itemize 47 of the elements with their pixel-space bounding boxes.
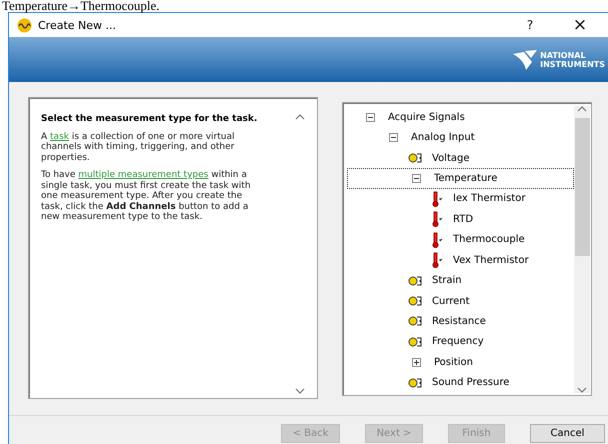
tree-item[interactable]: Current <box>347 290 574 312</box>
tree-item[interactable]: Position <box>347 352 574 372</box>
tree-item[interactable]: Resistance <box>347 311 574 332</box>
help-link[interactable]: multiple measurement types <box>78 170 208 180</box>
collapse-icon[interactable] <box>412 174 421 183</box>
help-paragraph: To have multiple measurement types within a single task, you must first create the task with one measurement type. After you create the task, click the Add Channels button to add a new measurement type to the task. <box>41 170 252 222</box>
thermometer-icon <box>431 232 445 248</box>
caption-text: Temperature→Thermocouple. <box>1 0 160 12</box>
scroll-up-icon[interactable] <box>577 106 587 112</box>
thermometer-icon <box>431 252 445 268</box>
close-button[interactable]: × <box>565 14 595 36</box>
help-link[interactable]: task <box>50 132 69 142</box>
sensor-icon <box>408 314 424 328</box>
logo-text: NATIONAL <box>540 50 587 60</box>
logo-text: INSTRUMENTS <box>540 60 605 68</box>
tree-item[interactable]: Analog Input <box>347 127 574 148</box>
app-icon <box>17 18 32 32</box>
thermometer-icon <box>431 190 445 207</box>
collapse-icon[interactable] <box>389 133 398 142</box>
tree-item[interactable]: Iex Thermistor <box>347 188 574 210</box>
tree-item[interactable]: Vex Thermistor <box>347 250 574 270</box>
sensor-icon <box>408 334 424 349</box>
logo-icon <box>512 48 538 72</box>
collapse-icon[interactable] <box>366 112 375 122</box>
help-paragraph: A task is a collection of one or more virtual channels with timing, triggering, and other properties. <box>41 132 236 163</box>
scroll-down-icon[interactable] <box>295 388 305 394</box>
tree-item[interactable]: Strain <box>347 270 574 291</box>
thermometer-icon <box>431 211 445 228</box>
scrollbar[interactable] <box>574 106 590 393</box>
wizard-button[interactable]: Cancel <box>530 424 605 443</box>
tree-item[interactable]: Acquire Signals <box>347 107 574 128</box>
expand-icon[interactable] <box>412 358 421 367</box>
help-heading: Select the measurement type for the task. <box>41 114 258 124</box>
scroll-down-icon[interactable] <box>577 387 587 393</box>
tree-item[interactable]: Temperature <box>347 168 574 189</box>
window-title: Create New ... <box>38 18 118 32</box>
sensor-icon <box>408 294 424 308</box>
scroll-up-icon[interactable] <box>295 114 305 120</box>
sensor-icon <box>408 151 424 166</box>
sensor-icon <box>408 274 424 288</box>
tree-item[interactable]: RTD <box>347 209 574 230</box>
tree-item[interactable]: Sound Pressure <box>347 372 574 393</box>
tree-item[interactable]: Thermocouple <box>347 230 574 250</box>
sensor-icon <box>408 376 424 390</box>
tree-item[interactable]: Frequency <box>347 332 574 352</box>
tree-item[interactable]: Voltage <box>347 148 574 168</box>
help-button[interactable]: ? <box>515 14 545 36</box>
